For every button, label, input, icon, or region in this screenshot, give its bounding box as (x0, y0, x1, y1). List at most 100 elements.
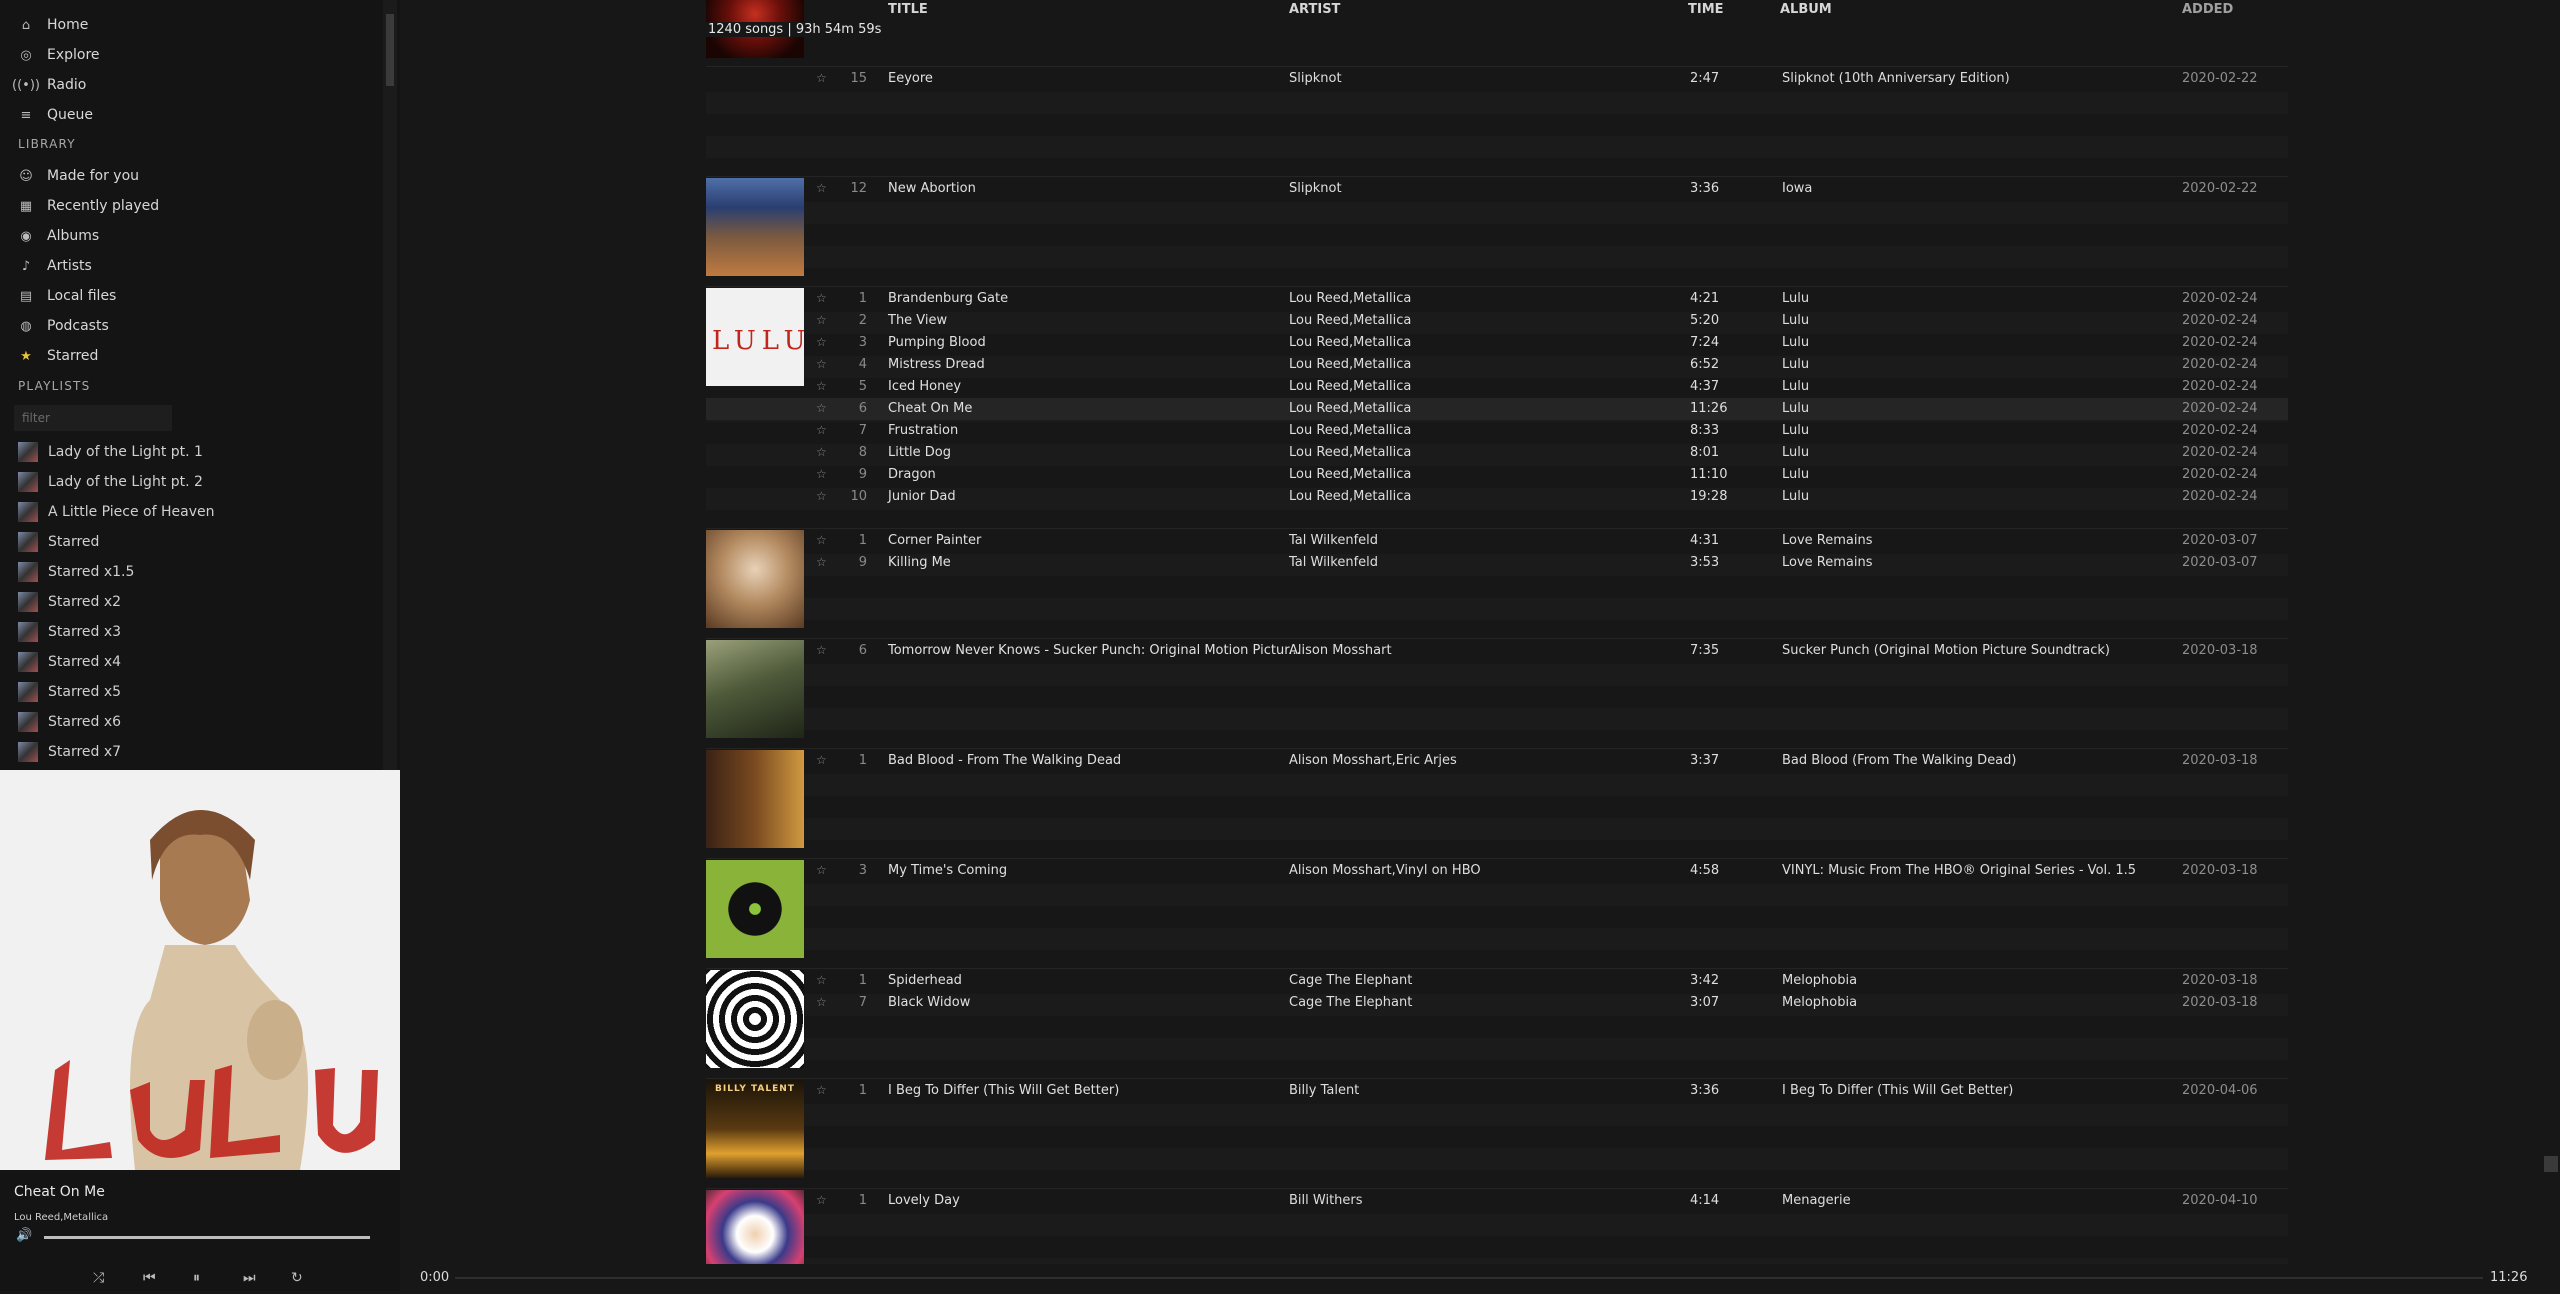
playlist-item[interactable]: A Little Piece of Heaven (18, 497, 214, 527)
table-row[interactable]: ☆ 5 Iced Honey Lou Reed,Metallica 4:37 Lulu 20… (706, 376, 2288, 398)
nav-explore[interactable]: ◎ Explore (18, 40, 99, 70)
star-toggle-icon[interactable]: ☆ (816, 533, 827, 547)
table-row[interactable]: ☆ 1 Corner Painter Tal Wilkenfeld 4:31 Love R… (706, 530, 2288, 552)
column-added[interactable]: ADDED (2182, 2, 2233, 17)
track-album[interactable]: Melophobia (1782, 973, 1857, 988)
track-artist[interactable]: Slipknot (1289, 181, 1342, 196)
track-album[interactable]: Lulu (1782, 313, 1809, 328)
previous-icon[interactable]: ⏮ (143, 1270, 156, 1286)
table-row[interactable]: ☆ 1 Spiderhead Cage The Elephant 3:42 Melopho… (706, 970, 2288, 992)
playlist-filter-input[interactable] (14, 405, 172, 431)
star-toggle-icon[interactable]: ☆ (816, 401, 827, 415)
track-artist[interactable]: Lou Reed,Metallica (1289, 401, 1411, 416)
column-album[interactable]: ALBUM (1780, 2, 1832, 17)
playlist-item[interactable]: Lady of the Light pt. 2 (18, 467, 203, 497)
playlist-item[interactable]: Starred x6 (18, 707, 121, 737)
track-artist[interactable]: Cage The Elephant (1289, 995, 1412, 1010)
table-row[interactable]: ☆ 6 Cheat On Me Lou Reed,Metallica 11:26 Lulu… (706, 398, 2288, 420)
star-toggle-icon[interactable]: ☆ (816, 973, 827, 987)
playlist-item[interactable]: Starred x1.5 (18, 557, 134, 587)
star-toggle-icon[interactable]: ☆ (816, 643, 827, 657)
table-row[interactable]: ☆ 2 The View Lou Reed,Metallica 5:20 Lulu 2020… (706, 310, 2288, 332)
library-artists[interactable]: ♪ Artists (18, 251, 92, 281)
column-title[interactable]: TITLE (888, 2, 928, 17)
star-toggle-icon[interactable]: ☆ (816, 313, 827, 327)
star-toggle-icon[interactable]: ☆ (816, 357, 827, 371)
now-playing-title[interactable]: Cheat On Me (14, 1184, 105, 1200)
now-playing-cover[interactable] (0, 770, 400, 1170)
track-album[interactable]: VINYL: Music From The HBO® Original Seri… (1782, 863, 2136, 878)
star-toggle-icon[interactable]: ☆ (816, 995, 827, 1009)
star-toggle-icon[interactable]: ☆ (816, 863, 827, 877)
track-album[interactable]: Lulu (1782, 357, 1809, 372)
table-row[interactable]: ☆ 9 Killing Me Tal Wilkenfeld 3:53 Love Remai… (706, 552, 2288, 574)
track-album[interactable]: Iowa (1782, 181, 1812, 196)
star-toggle-icon[interactable]: ☆ (816, 71, 827, 85)
library-recently-played[interactable]: ▦ Recently played (18, 191, 159, 221)
table-row[interactable]: ☆ 3 Pumping Blood Lou Reed,Metallica 7:24 Lul… (706, 332, 2288, 354)
track-album[interactable]: Lulu (1782, 335, 1809, 350)
library-starred[interactable]: ★ Starred (18, 341, 98, 371)
shuffle-icon[interactable]: ⤮ (93, 1270, 104, 1286)
track-album[interactable]: Love Remains (1782, 533, 1873, 548)
main-scroll-thumb[interactable] (2544, 1156, 2558, 1172)
playlist-item[interactable]: Starred x2 (18, 587, 121, 617)
star-toggle-icon[interactable]: ☆ (816, 445, 827, 459)
track-album[interactable]: Love Remains (1782, 555, 1873, 570)
track-artist[interactable]: Bill Withers (1289, 1193, 1363, 1208)
sidebar-scrollbar[interactable] (383, 0, 397, 770)
track-artist[interactable]: Cage The Elephant (1289, 973, 1412, 988)
track-artist[interactable]: Lou Reed,Metallica (1289, 445, 1411, 460)
nav-home[interactable]: ⌂ Home (18, 10, 88, 40)
track-album[interactable]: I Beg To Differ (This Will Get Better) (1782, 1083, 2013, 1098)
track-artist[interactable]: Lou Reed,Metallica (1289, 291, 1411, 306)
track-artist[interactable]: Alison Mosshart (1289, 643, 1392, 658)
track-artist[interactable]: Lou Reed,Metallica (1289, 335, 1411, 350)
star-toggle-icon[interactable]: ☆ (816, 753, 827, 767)
track-album[interactable]: Slipknot (10th Anniversary Edition) (1782, 71, 2010, 86)
star-toggle-icon[interactable]: ☆ (816, 181, 827, 195)
table-row[interactable]: ☆ 3 My Time's Coming Alison Mosshart,Vinyl … (706, 860, 2288, 882)
track-artist[interactable]: Lou Reed,Metallica (1289, 423, 1411, 438)
table-row[interactable]: ☆ 4 Mistress Dread Lou Reed,Metallica 6:52 Lu… (706, 354, 2288, 376)
star-toggle-icon[interactable]: ☆ (816, 423, 827, 437)
table-row[interactable]: ☆ 1 Bad Blood - From The Walking Dead Aliso… (706, 750, 2288, 772)
table-row[interactable]: ☆ 7 Black Widow Cage The Elephant 3:07 Meloph… (706, 992, 2288, 1014)
nav-radio[interactable]: ((•)) Radio (12, 70, 86, 100)
table-row[interactable]: ☆ 12 New Abortion Slipknot 3:36 Iowa 2020-02-2… (706, 178, 2288, 200)
star-toggle-icon[interactable]: ☆ (816, 555, 827, 569)
table-row[interactable]: ☆ 1 Lovely Day Bill Withers 4:14 Menagerie 202… (706, 1190, 2288, 1212)
track-album[interactable]: Lulu (1782, 489, 1809, 504)
track-album[interactable]: Sucker Punch (Original Motion Picture So… (1782, 643, 2110, 658)
library-local-files[interactable]: ▤ Local files (18, 281, 117, 311)
table-row[interactable]: ☆ 1 Brandenburg Gate Lou Reed,Metallica 4:21… (706, 288, 2288, 310)
track-artist[interactable]: Lou Reed,Metallica (1289, 379, 1411, 394)
track-artist[interactable]: Alison Mosshart,Eric Arjes (1289, 753, 1457, 768)
track-album[interactable]: Lulu (1782, 291, 1809, 306)
star-toggle-icon[interactable]: ☆ (816, 1193, 827, 1207)
star-toggle-icon[interactable]: ☆ (816, 335, 827, 349)
track-album[interactable]: Lulu (1782, 401, 1809, 416)
track-artist[interactable]: Alison Mosshart,Vinyl on HBO (1289, 863, 1481, 878)
table-row[interactable]: ☆ 15 Eeyore Slipknot 2:47 Slipknot (10th Anni… (706, 68, 2288, 90)
track-album[interactable]: Lulu (1782, 423, 1809, 438)
track-artist[interactable]: Tal Wilkenfeld (1289, 555, 1378, 570)
playlist-item[interactable]: Starred x5 (18, 677, 121, 707)
table-row[interactable]: ☆ 9 Dragon Lou Reed,Metallica 11:10 Lulu 2020-… (706, 464, 2288, 486)
volume-slider[interactable] (44, 1236, 370, 1239)
track-album[interactable]: Lulu (1782, 445, 1809, 460)
library-podcasts[interactable]: ◍ Podcasts (18, 311, 108, 341)
track-album[interactable]: Bad Blood (From The Walking Dead) (1782, 753, 2016, 768)
table-row[interactable]: ☆ 6 Tomorrow Never Knows - Sucker Punch: O… (706, 640, 2288, 662)
library-albums[interactable]: ◉ Albums (18, 221, 99, 251)
repeat-icon[interactable]: ↻ (291, 1270, 303, 1286)
nav-queue[interactable]: ≡ Queue (18, 100, 93, 130)
playlist-item[interactable]: Starred x4 (18, 647, 121, 677)
track-artist[interactable]: Lou Reed,Metallica (1289, 489, 1411, 504)
track-album[interactable]: Lulu (1782, 379, 1809, 394)
next-icon[interactable]: ⏭ (243, 1270, 256, 1286)
star-toggle-icon[interactable]: ☆ (816, 291, 827, 305)
track-artist[interactable]: Lou Reed,Metallica (1289, 467, 1411, 482)
column-time[interactable]: TIME (1688, 2, 1724, 17)
now-playing-artist[interactable]: Lou Reed,Metallica (14, 1212, 108, 1223)
